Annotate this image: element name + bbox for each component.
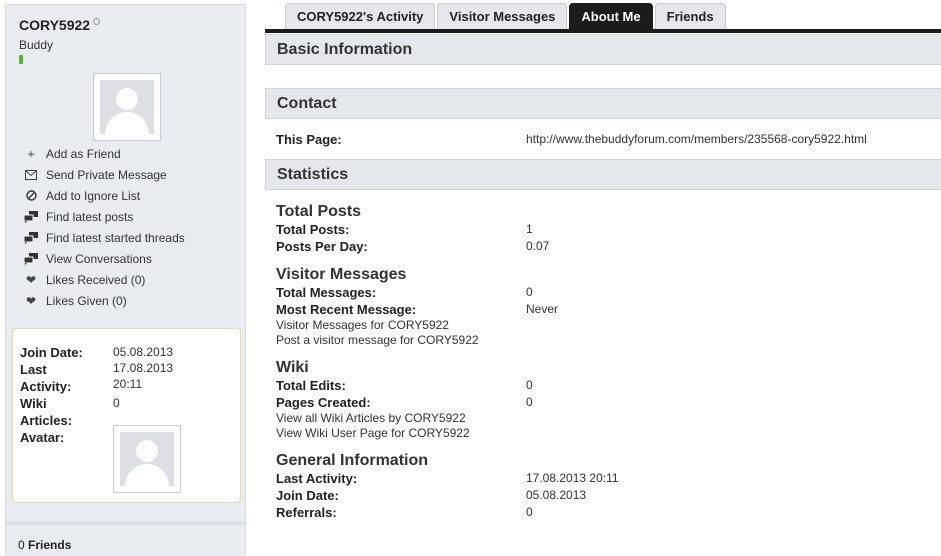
tab-friends[interactable]: Friends [654, 3, 726, 29]
wiki-articles-value: 0 [113, 396, 120, 410]
last-activity-label-line2: Activity: [20, 379, 72, 394]
online-status-icon [93, 18, 101, 25]
likes-received-link[interactable]: ❤ Likes Received (0) [23, 269, 185, 290]
avatar-label: Avatar: [20, 430, 65, 445]
this-page-url[interactable]: http://www.thebuddyforum.com/members/235… [526, 131, 867, 147]
join-date-value-main: 05.08.2013 [526, 488, 587, 502]
view-conversations-link[interactable]: View Conversations [23, 248, 185, 269]
section-basic-information: Basic Information [265, 34, 941, 65]
total-posts-heading: Total Posts [276, 203, 362, 220]
posts-per-day-value: 0.07 [526, 239, 550, 253]
user-title: Buddy [19, 38, 54, 52]
default-avatar-icon [120, 432, 174, 486]
small-avatar [113, 425, 181, 493]
posts-per-day-label: Posts Per Day: [276, 239, 368, 254]
wiki-heading: Wiki [276, 359, 309, 376]
post-visitor-message-link[interactable]: Post a visitor message for CORY5922 [276, 333, 479, 347]
add-friend-link[interactable]: + Add as Friend [23, 143, 185, 164]
profile-tabs: CORY5922's Activity Visitor Messages Abo… [285, 3, 728, 29]
total-messages-value: 0 [526, 285, 533, 299]
default-avatar-icon [100, 80, 154, 134]
mini-stats-panel: Join Date: 05.08.2013 Last Activity: 17.… [12, 328, 241, 503]
join-date-label: Join Date: [20, 345, 83, 360]
tab-about-me[interactable]: About Me [569, 3, 653, 29]
view-wiki-user-page-link[interactable]: View Wiki User Page for CORY5922 [276, 426, 470, 440]
tab-activity[interactable]: CORY5922's Activity [285, 3, 436, 29]
pages-created-label: Pages Created: [276, 395, 371, 410]
last-activity-time: 20:11 [113, 377, 143, 391]
reputation-bar-icon [19, 55, 23, 64]
wiki-articles-label-line2: Articles: [20, 413, 73, 428]
plus-icon: + [27, 146, 35, 161]
join-date-label-main: Join Date: [276, 488, 339, 503]
visitor-messages-link[interactable]: Visitor Messages for CORY5922 [276, 318, 449, 332]
last-activity-label-line1: Last [20, 362, 47, 377]
find-latest-threads-link[interactable]: Find latest started threads [23, 227, 185, 248]
section-contact: Contact [265, 88, 941, 119]
last-activity-date: 17.08.2013 [113, 361, 174, 375]
most-recent-message-label: Most Recent Message: [276, 302, 417, 317]
pages-created-value: 0 [526, 395, 533, 409]
wiki-articles-label-line1: Wiki [20, 396, 47, 411]
total-posts-value: 1 [526, 222, 533, 236]
friends-count-text[interactable]: 0 Friends [18, 538, 71, 552]
avatar [93, 73, 161, 141]
total-posts-label: Total Posts: [276, 222, 350, 237]
friends-count: 0 [18, 538, 25, 552]
heart-icon: ❤ [25, 293, 37, 308]
heart-icon: ❤ [25, 272, 37, 287]
last-activity-value: 17.08.2013 20:11 [526, 471, 619, 485]
add-to-ignore-list-link[interactable]: Add to Ignore List [23, 185, 185, 206]
last-activity-label: Last Activity: [276, 471, 358, 486]
profile-sidebar: CORY5922 Buddy + Add as Friend Send Priv… [5, 4, 246, 556]
referrals-value: 0 [526, 505, 533, 519]
likes-given-link[interactable]: ❤ Likes Given (0) [23, 290, 185, 311]
referrals-label: Referrals: [276, 505, 337, 520]
general-information-heading: General Information [276, 452, 429, 469]
tab-underline [265, 29, 941, 33]
join-date-value: 05.08.2013 [113, 345, 174, 359]
conversations-icon [23, 252, 39, 266]
threads-icon [23, 231, 39, 245]
profile-actions: + Add as Friend Send Private Message Add… [23, 143, 185, 311]
envelope-icon [23, 168, 39, 182]
send-private-message-link[interactable]: Send Private Message [23, 164, 185, 185]
tab-visitor-messages[interactable]: Visitor Messages [437, 3, 568, 29]
username: CORY5922 [19, 17, 91, 33]
most-recent-message-value: Never [526, 302, 559, 316]
username-heading: CORY5922 [19, 17, 101, 33]
visitor-messages-heading: Visitor Messages [276, 266, 407, 283]
friends-block: 0 Friends [6, 521, 245, 556]
this-page-label: This Page: [276, 132, 342, 147]
total-messages-label: Total Messages: [276, 285, 377, 300]
posts-icon [23, 210, 39, 224]
total-edits-label: Total Edits: [276, 378, 346, 393]
view-wiki-articles-link[interactable]: View all Wiki Articles by CORY5922 [276, 411, 466, 425]
total-edits-value: 0 [526, 378, 533, 392]
profile-page: CORY5922 Buddy + Add as Friend Send Priv… [0, 0, 941, 556]
section-statistics: Statistics [265, 159, 941, 190]
friends-label: Friends [28, 538, 72, 552]
ignore-icon [23, 189, 39, 203]
find-latest-posts-link[interactable]: Find latest posts [23, 206, 185, 227]
